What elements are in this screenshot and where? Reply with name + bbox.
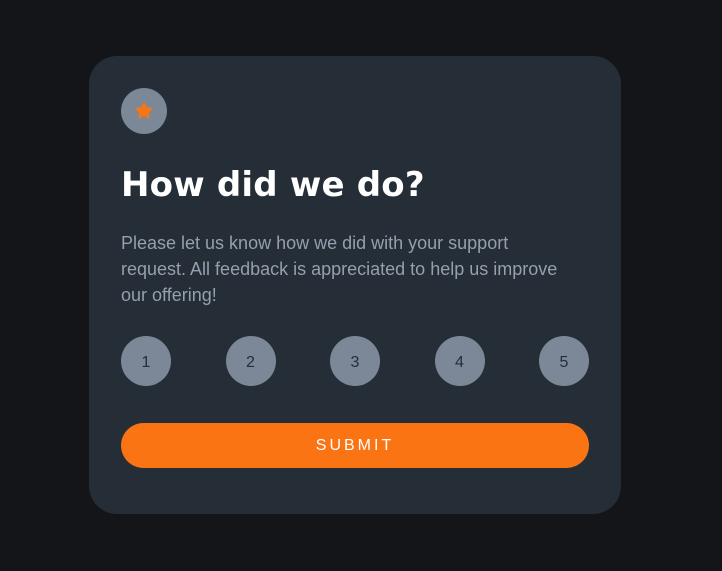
rating-option-4[interactable]: 4 <box>434 336 485 386</box>
rating-option-1[interactable]: 1 <box>121 336 171 386</box>
rating-option-3[interactable]: 3 <box>330 336 380 386</box>
submit-button[interactable]: SUBMIT <box>121 423 589 468</box>
star-badge <box>121 88 167 134</box>
card-description: Please let us know how we did with your … <box>121 233 558 305</box>
rating-card: How did we do? Please let us know how we… <box>89 56 621 514</box>
rating-option-5[interactable]: 5 <box>539 336 589 386</box>
card-title: How did we do? <box>121 165 425 205</box>
star-icon <box>135 102 153 119</box>
rating-options: 1 2 3 4 5 <box>121 336 589 386</box>
rating-option-2[interactable]: 2 <box>225 336 276 386</box>
